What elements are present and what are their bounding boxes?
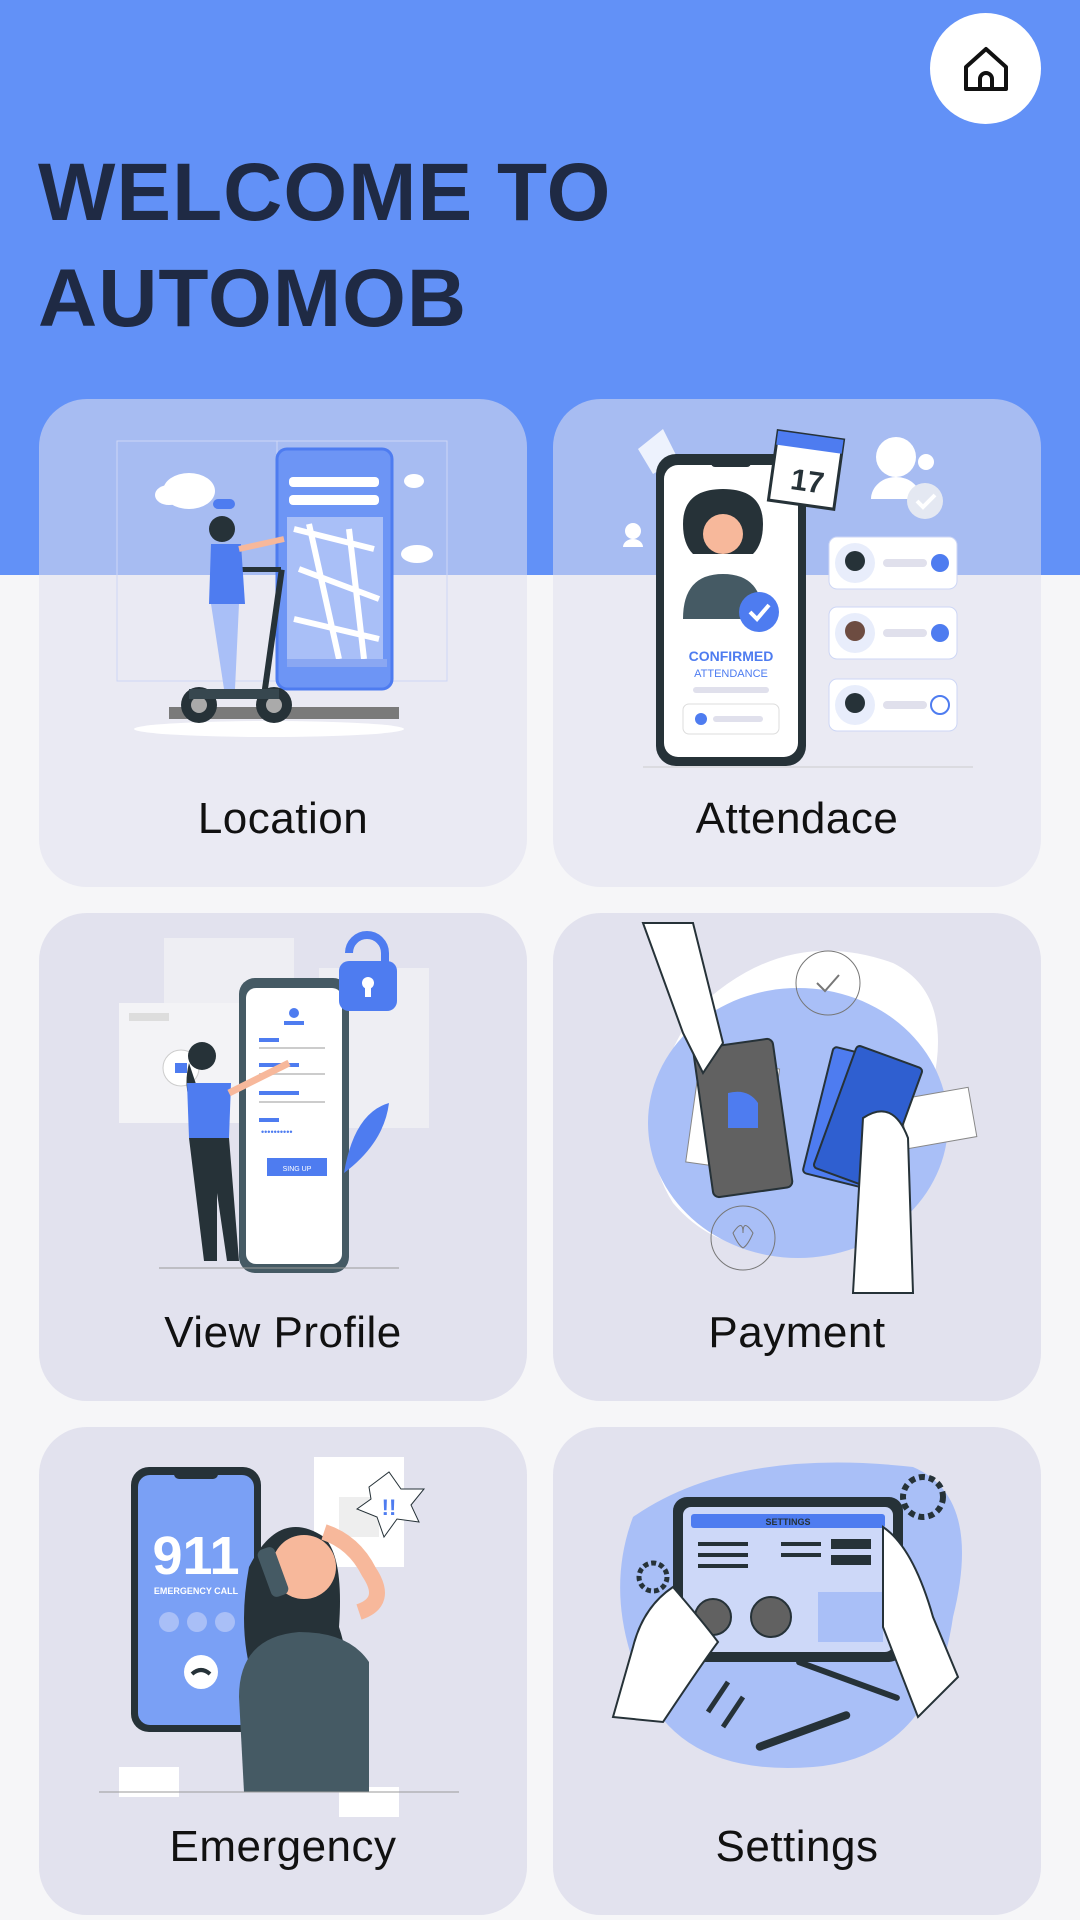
attendee-row (828, 678, 958, 732)
attendance-card[interactable]: CONFIRMED ATTENDANCE 17 Attendace (553, 399, 1041, 887)
settings-bar-text: SETTINGS (765, 1517, 810, 1527)
emergency-card[interactable]: 911 EMERGENCY CALL !! Emergency (39, 1427, 527, 1915)
svg-text:••••••••••: •••••••••• (261, 1127, 293, 1137)
signup-profile-illustration: •••••••••• SING UP (119, 931, 429, 1273)
emergency-call-text: EMERGENCY CALL (154, 1586, 239, 1596)
confirmed-attendance-illustration: CONFIRMED ATTENDANCE 17 (623, 429, 973, 768)
attendee-row (828, 606, 958, 660)
payment-hands-illustration (641, 922, 978, 1294)
settings-label: Settings (715, 1822, 879, 1871)
signup-text: SING UP (283, 1166, 312, 1173)
location-label: Location (197, 794, 369, 843)
home-button[interactable] (930, 13, 1041, 124)
emergency-number: 911 (152, 1526, 239, 1586)
confirmed-text: CONFIRMED (689, 648, 774, 664)
title-line-2: AUTOMOB (38, 253, 468, 344)
scooter-map-illustration (116, 440, 448, 737)
title-line-1: WELCOME TO (38, 147, 612, 238)
payment-label: Payment (708, 1308, 886, 1357)
alert-text: !! (382, 1495, 397, 1520)
attendance-text: ATTENDANCE (694, 668, 768, 680)
settings-card[interactable]: SETTINGS Settings (553, 1427, 1041, 1915)
settings-tablet-illustration: SETTINGS (611, 1462, 962, 1768)
payment-card[interactable]: Payment (553, 913, 1041, 1401)
calendar-day: 17 (789, 463, 827, 500)
menu-grid: Location CONFIRMED ATTENDANCE 17 Attenda… (39, 399, 1041, 1915)
attendance-label: Attendace (695, 794, 899, 843)
view-profile-label: View Profile (164, 1308, 402, 1357)
emergency-label: Emergency (169, 1822, 397, 1871)
view-profile-card[interactable]: •••••••••• SING UP View Profile (39, 913, 527, 1401)
emergency-call-illustration: 911 EMERGENCY CALL !! (99, 1457, 459, 1817)
page-title: WELCOME TO AUTOMOB (38, 140, 838, 352)
home-icon (963, 46, 1008, 91)
location-card[interactable]: Location (39, 399, 527, 887)
attendee-row (828, 536, 958, 590)
